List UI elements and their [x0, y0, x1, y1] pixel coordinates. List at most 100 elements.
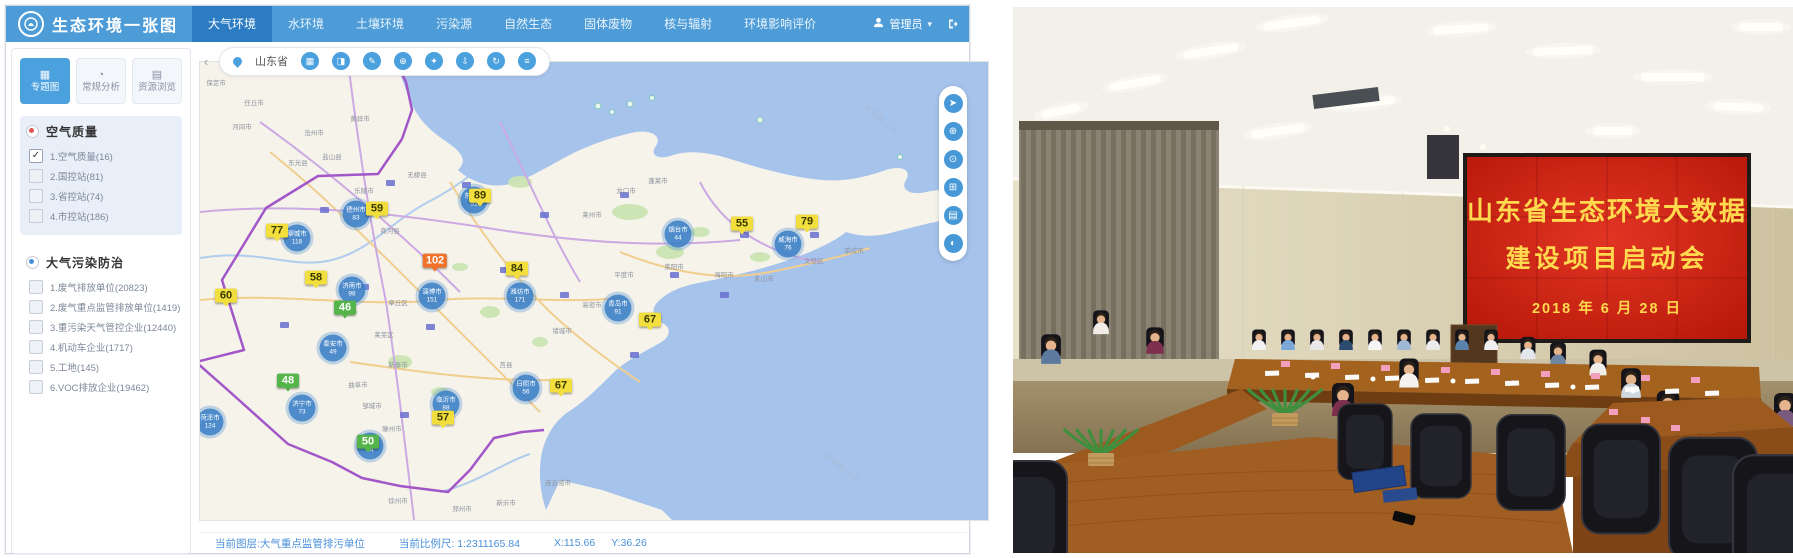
user-icon — [873, 17, 884, 31]
city-cluster-marker[interactable]: 泰安市49 — [320, 335, 347, 362]
nav-item-土壤环境[interactable]: 土壤环境 — [340, 6, 420, 42]
nav-item-大气环境[interactable]: 大气环境 — [192, 6, 272, 42]
nav-item-自然生态[interactable]: 自然生态 — [488, 6, 568, 42]
collapse-sidebar-button[interactable]: ‹ — [199, 41, 213, 81]
layer-item[interactable]: 2.废气重点监管排放单位(1419) — [26, 297, 176, 317]
grid-icon[interactable]: ⊞ — [944, 178, 963, 197]
city-name: 威海市 — [778, 237, 798, 244]
city-cluster-marker[interactable]: 青岛市91 — [605, 295, 632, 322]
checkbox-checked[interactable]: ✓ — [29, 149, 43, 163]
nav-item-环境影响评价[interactable]: 环境影响评价 — [728, 6, 832, 42]
username[interactable]: 管理员 — [889, 16, 922, 32]
aqi-badge[interactable]: 77 — [266, 224, 288, 238]
aqi-badge[interactable]: 102 — [423, 254, 447, 268]
checkbox[interactable] — [29, 169, 43, 183]
logout-icon[interactable] — [947, 18, 959, 30]
sidebar-tab-专题图[interactable]: ▦专题图 — [20, 58, 70, 104]
city-name: 淄博市 — [422, 289, 442, 296]
aqi-badge[interactable]: 60 — [215, 289, 237, 303]
top-nav: 生态环境一张图 大气环境水环境土壤环境污染源自然生态固体废物核与辐射环境影响评价… — [6, 6, 969, 42]
checkbox[interactable] — [29, 380, 43, 394]
sidebar-tab-资源浏览[interactable]: ▤资源浏览 — [132, 58, 182, 104]
checkbox[interactable] — [29, 300, 43, 314]
speaker-box — [1427, 135, 1459, 179]
sidebar-tab-常规分析[interactable]: ◔常规分析 — [76, 58, 126, 104]
city-cluster-marker[interactable]: 日照市56 — [513, 375, 540, 402]
region-selector[interactable]: 山东省 — [255, 53, 288, 69]
city-value: 49 — [329, 348, 336, 355]
brand: 生态环境一张图 — [6, 11, 192, 37]
layer-item[interactable]: 4.机动车企业(1717) — [26, 337, 176, 357]
checkbox[interactable] — [29, 280, 43, 294]
layers-icon[interactable]: ▦ — [301, 52, 319, 70]
city-value: 44 — [674, 234, 681, 241]
layer-label: 6.VOC排放企业(19462) — [50, 380, 149, 394]
layer-label: 1.废气排放单位(20823) — [50, 280, 148, 294]
banner-line3: 2018 年 6 月 28 日 — [1532, 299, 1682, 317]
aqi-badge[interactable]: 89 — [469, 189, 491, 203]
layer-item[interactable]: 3.省控站(74) — [26, 186, 176, 206]
map-canvas[interactable]: 保定市任丘市河间市沧州市黄骅市盐山县东光县乐陵市无棣县商河县章丘区莱芜区新泰市曲… — [199, 61, 989, 521]
caret-down-icon: ▾ — [927, 19, 932, 30]
city-cluster-marker[interactable]: 济宁市73 — [289, 395, 316, 422]
aqi-badge[interactable]: 50 — [357, 435, 379, 449]
basemap-icon[interactable]: ◐ — [944, 234, 963, 253]
map-place-label: 黄骅市 — [350, 113, 370, 123]
aqi-badge[interactable]: 84 — [506, 262, 528, 276]
layer-item[interactable]: 3.重污染天气管控企业(12440) — [26, 317, 176, 337]
city-value: 76 — [784, 244, 791, 251]
bookmark-icon[interactable]: ✦ — [425, 52, 443, 70]
banner-line2: 建设项目启动会 — [1505, 244, 1708, 273]
aqi-badge[interactable]: 67 — [550, 379, 572, 393]
aqi-badge[interactable]: 55 — [731, 217, 753, 231]
refresh-icon[interactable]: ↻ — [487, 52, 505, 70]
city-value: 151 — [427, 296, 438, 303]
aqi-badge[interactable]: 67 — [639, 313, 661, 327]
map-toolbar: ‹ 山东省 ▦◨✎⊕✦⇩↻≡ — [199, 47, 550, 75]
city-cluster-marker[interactable]: 淄博市151 — [419, 283, 446, 310]
legend-icon[interactable]: ≡ — [518, 52, 536, 70]
download-icon[interactable]: ⇩ — [456, 52, 474, 70]
nav-item-核与辐射[interactable]: 核与辐射 — [648, 6, 728, 42]
aqi-badge[interactable]: 58 — [305, 271, 327, 285]
layer-item[interactable]: ✓1.空气质量(16) — [26, 146, 176, 166]
map-place-label: 海阳市 — [714, 269, 734, 279]
zoom-in-icon[interactable]: ⊕ — [944, 122, 963, 141]
list-icon[interactable]: ▤ — [944, 206, 963, 225]
nav-item-固体废物[interactable]: 固体废物 — [568, 6, 648, 42]
layer-item[interactable]: 4.市控站(186) — [26, 206, 176, 226]
map-place-label: 乐陵市 — [354, 185, 374, 195]
screenshot: 生态环境一张图 大气环境水环境土壤环境污染源自然生态固体废物核与辐射环境影响评价… — [0, 0, 1793, 558]
aqi-badge[interactable]: 79 — [796, 215, 818, 229]
city-cluster-marker[interactable]: 菏泽市124 — [199, 409, 224, 436]
checkbox[interactable] — [29, 189, 43, 203]
identify-icon[interactable]: ⊙ — [944, 150, 963, 169]
red-banner-screen: 山东省生态环境大数据 建设项目启动会 2018 年 6 月 28 日 — [1463, 153, 1751, 343]
pan-icon[interactable]: ➤ — [944, 94, 963, 113]
aqi-badge[interactable]: 59 — [366, 202, 388, 216]
layer-item[interactable]: 2.国控站(81) — [26, 166, 176, 186]
draw-icon[interactable]: ✎ — [363, 52, 381, 70]
checkbox[interactable] — [29, 360, 43, 374]
nav-item-污染源[interactable]: 污染源 — [420, 6, 488, 42]
layer-item[interactable]: 1.废气排放单位(20823) — [26, 277, 176, 297]
city-cluster-marker[interactable]: 潍坊市171 — [507, 283, 534, 310]
city-value: 73 — [298, 408, 305, 415]
city-cluster-marker[interactable]: 威海市76 — [775, 231, 802, 258]
checkbox[interactable] — [29, 320, 43, 334]
city-cluster-marker[interactable]: 烟台市44 — [665, 221, 692, 248]
city-cluster-marker[interactable]: 济南市98 — [339, 277, 366, 304]
aqi-badge[interactable]: 48 — [277, 374, 299, 388]
checkbox[interactable] — [29, 209, 43, 223]
map-place-label: 高密市 — [582, 299, 602, 309]
layer-item[interactable]: 5.工地(145) — [26, 357, 176, 377]
add-point-icon[interactable]: ⊕ — [394, 52, 412, 70]
nav-item-水环境[interactable]: 水环境 — [272, 6, 340, 42]
layer-item[interactable]: 6.VOC排放企业(19462) — [26, 377, 176, 397]
checkbox[interactable] — [29, 340, 43, 354]
aqi-badge[interactable]: 46 — [334, 301, 356, 315]
split-view-icon[interactable]: ◨ — [332, 52, 350, 70]
radio-button[interactable] — [26, 256, 39, 269]
aqi-badge[interactable]: 57 — [432, 411, 454, 425]
radio-button[interactable] — [26, 125, 39, 138]
